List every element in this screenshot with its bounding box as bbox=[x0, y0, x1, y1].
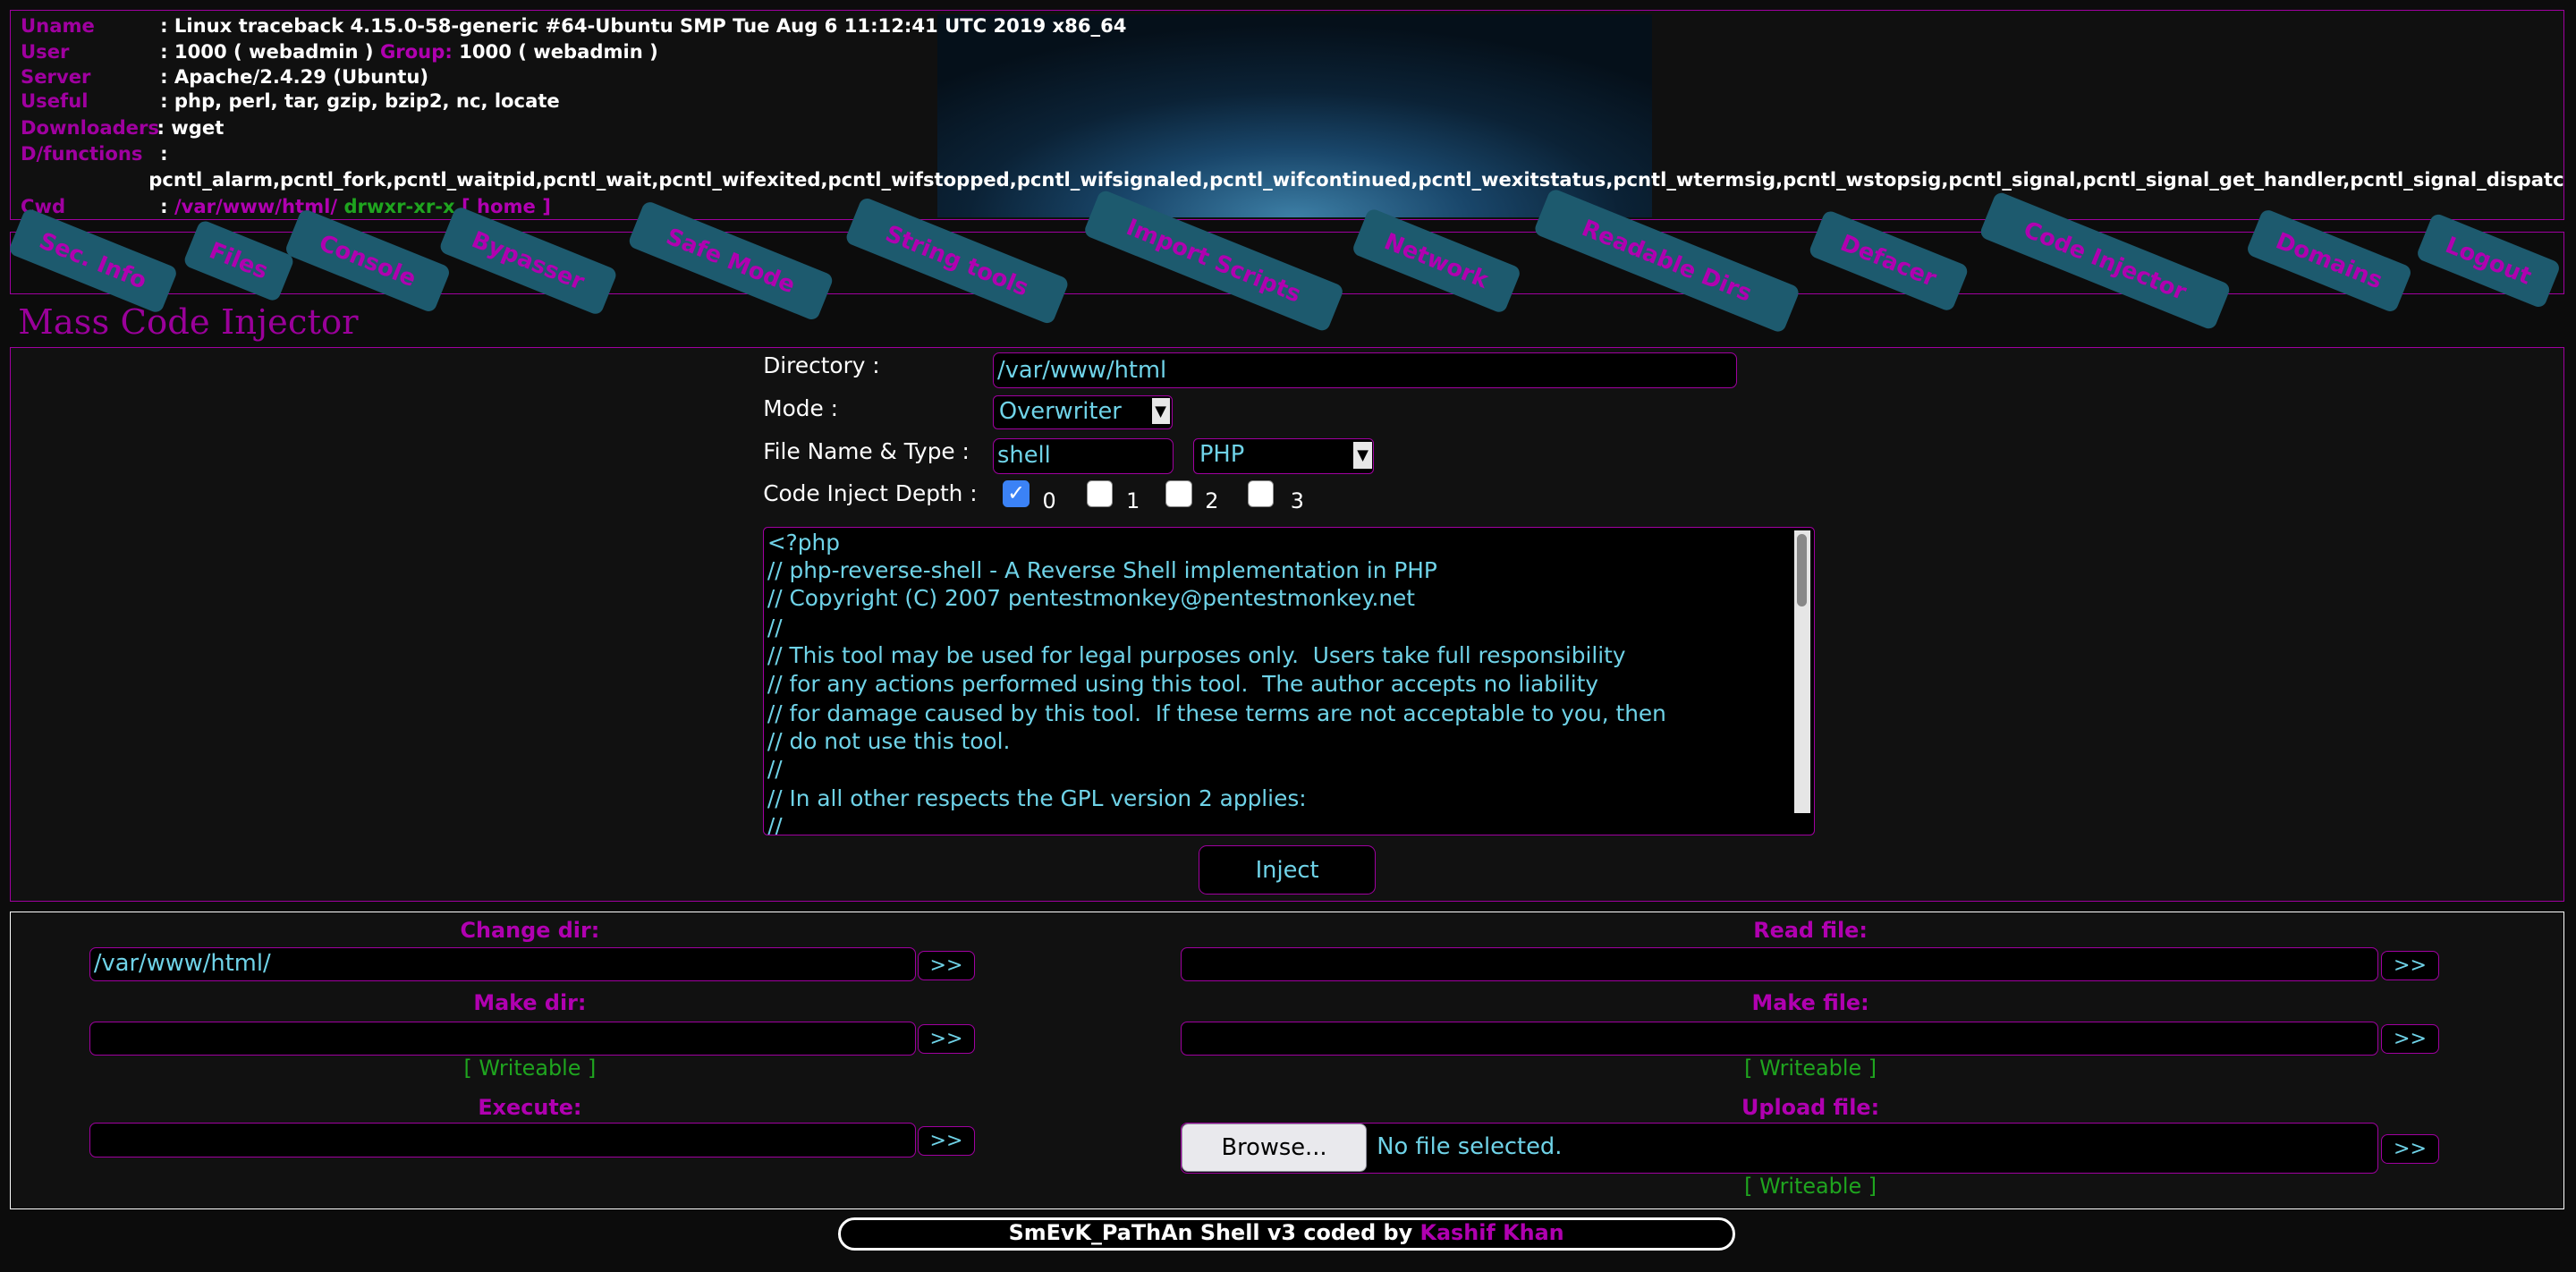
dfunctions-label: D/functions bbox=[21, 141, 143, 165]
nav-tab-domains[interactable]: Domains bbox=[2244, 207, 2413, 314]
make-dir-writeable-status: [ Writeable ] bbox=[463, 1056, 597, 1081]
chevron-down-icon: ▼ bbox=[1353, 442, 1372, 469]
code-line: // php-reverse-shell - A Reverse Shell i… bbox=[767, 556, 1437, 583]
footer-text: SmEvK_PaThAn Shell v3 coded by bbox=[1008, 1219, 1413, 1245]
group-value: 1000 ( webadmin ) bbox=[459, 40, 658, 64]
filetype-select[interactable]: PHP ▼ bbox=[1193, 437, 1375, 474]
user-id: : 1000 ( webadmin ) bbox=[160, 40, 374, 64]
depth-3-checkbox[interactable] bbox=[1248, 480, 1275, 507]
nav-tab-logout[interactable]: Logout bbox=[2414, 211, 2562, 310]
upload-writeable-status: [ Writeable ] bbox=[1744, 1174, 1877, 1200]
dfunctions-value: pcntl_alarm,pcntl_fork,pcntl_waitpid,pcn… bbox=[148, 168, 2565, 191]
cwd-permissions: drwxr-xr-x bbox=[343, 194, 455, 217]
browse-button[interactable]: Browse... bbox=[1181, 1124, 1368, 1172]
code-scrollbar[interactable] bbox=[1793, 530, 1811, 814]
footer-author-link[interactable]: Kashif Khan bbox=[1419, 1220, 1563, 1245]
depth-2-checkbox[interactable] bbox=[1165, 480, 1192, 507]
change-dir-go-button[interactable]: >> bbox=[917, 950, 976, 980]
depth-1-label: 1 bbox=[1126, 488, 1140, 514]
change-dir-label: Change dir: bbox=[460, 917, 600, 943]
code-line: // bbox=[767, 756, 783, 783]
directory-input[interactable]: /var/www/html bbox=[993, 352, 1738, 389]
depth-2-label: 2 bbox=[1205, 488, 1219, 514]
nav-tab-sec-info[interactable]: Sec. Info bbox=[7, 207, 179, 315]
make-file-input[interactable] bbox=[1180, 1021, 2378, 1056]
nav-tab-defacer[interactable]: Defacer bbox=[1807, 208, 1970, 313]
user-value: : 1000 ( webadmin ) Group: 1000 ( webadm… bbox=[160, 40, 658, 63]
execute-label: Execute: bbox=[478, 1095, 582, 1121]
server-label: Server bbox=[21, 64, 91, 88]
upload-file-label: Upload file: bbox=[1741, 1095, 1880, 1121]
read-file-input[interactable] bbox=[1180, 946, 2378, 982]
cwd-colon: : bbox=[160, 194, 168, 217]
make-file-label: Make file: bbox=[1751, 989, 1869, 1015]
mode-label: Mode : bbox=[763, 394, 838, 421]
read-file-label: Read file: bbox=[1753, 917, 1868, 943]
make-dir-go-button[interactable]: >> bbox=[917, 1024, 976, 1055]
nav-tab-files[interactable]: Files bbox=[182, 218, 296, 303]
file-tools-panel: Change dir: /var/www/html/ >> Make dir: … bbox=[10, 912, 2565, 1209]
depth-0-checkbox[interactable]: ✓ bbox=[1003, 480, 1030, 507]
execute-go-button[interactable]: >> bbox=[917, 1126, 976, 1157]
uname-value: : Linux traceback 4.15.0-58-generic #64-… bbox=[160, 13, 1127, 37]
uname-label: Uname bbox=[21, 13, 95, 37]
code-line: // bbox=[767, 615, 783, 641]
nav-tab-bypasser[interactable]: Bypasser bbox=[437, 205, 619, 317]
mode-select[interactable]: Overwriter ▼ bbox=[993, 394, 1173, 430]
code-textarea[interactable]: <?php // php-reverse-shell - A Reverse S… bbox=[763, 526, 1815, 836]
cwd-value: : /var/www/html/ drwxr-xr-x [ home ] bbox=[160, 195, 551, 217]
downloaders-value: : wget bbox=[157, 115, 225, 139]
filename-input[interactable]: shell bbox=[993, 437, 1174, 474]
depth-3-label: 3 bbox=[1290, 488, 1304, 514]
scrollbar-thumb[interactable] bbox=[1797, 534, 1808, 606]
downloaders-label: Downloaders bbox=[21, 115, 159, 139]
system-info-panel: Uname : Linux traceback 4.15.0-58-generi… bbox=[10, 10, 2565, 221]
dfunctions-colon: : bbox=[160, 141, 168, 165]
page-title: Mass Code Injector bbox=[18, 301, 359, 343]
user-label: User bbox=[21, 40, 70, 64]
nav-tab-console[interactable]: Console bbox=[283, 207, 452, 314]
depth-0-label: 0 bbox=[1042, 488, 1056, 514]
filetype-select-value: PHP bbox=[1199, 441, 1245, 469]
upload-go-button[interactable]: >> bbox=[2381, 1134, 2439, 1165]
code-injector-panel: Directory : /var/www/html Mode : Overwri… bbox=[10, 346, 2565, 903]
code-line: // In all other respects the GPL version… bbox=[767, 785, 1307, 812]
code-line: // do not use this tool. bbox=[767, 727, 1011, 754]
make-dir-input[interactable] bbox=[89, 1021, 917, 1056]
upload-file-input[interactable]: Browse... No file selected. bbox=[1180, 1123, 2378, 1174]
code-line: // for any actions performed using this … bbox=[767, 670, 1599, 697]
main-nav: Sec. Info Files Console Bypasser Safe Mo… bbox=[7, 187, 2565, 335]
group-label: Group: bbox=[379, 40, 453, 64]
server-value: : Apache/2.4.29 (Ubuntu) bbox=[160, 64, 429, 88]
code-line: <?php bbox=[767, 529, 840, 555]
make-file-go-button[interactable]: >> bbox=[2381, 1024, 2439, 1055]
directory-label: Directory : bbox=[763, 352, 880, 379]
useful-label: Useful bbox=[21, 89, 89, 113]
execute-input[interactable] bbox=[89, 1123, 917, 1158]
read-file-go-button[interactable]: >> bbox=[2381, 950, 2439, 980]
code-line: // This tool may be used for legal purpo… bbox=[767, 642, 1626, 669]
useful-value: : php, perl, tar, gzip, bzip2, nc, locat… bbox=[160, 89, 560, 113]
nav-tab-network[interactable]: Network bbox=[1351, 207, 1522, 315]
make-dir-label: Make dir: bbox=[473, 989, 587, 1015]
code-line: // for damage caused by this tool. If th… bbox=[767, 700, 1666, 726]
depth-1-checkbox[interactable] bbox=[1087, 480, 1114, 507]
mode-select-value: Overwriter bbox=[998, 398, 1122, 426]
filename-label: File Name & Type : bbox=[763, 437, 970, 464]
depth-label: Code Inject Depth : bbox=[763, 480, 978, 507]
code-line: // bbox=[767, 813, 783, 836]
code-line: // Copyright (C) 2007 pentestmonkey@pent… bbox=[767, 585, 1416, 611]
inject-button[interactable]: Inject bbox=[1198, 845, 1377, 895]
footer-credits: SmEvK_PaThAn Shell v3 coded by Kashif Kh… bbox=[837, 1217, 1735, 1251]
no-file-selected-text: No file selected. bbox=[1377, 1133, 1563, 1161]
chevron-down-icon: ▼ bbox=[1151, 397, 1170, 424]
make-file-writeable-status: [ Writeable ] bbox=[1744, 1056, 1877, 1081]
change-dir-input[interactable]: /var/www/html/ bbox=[89, 946, 917, 982]
